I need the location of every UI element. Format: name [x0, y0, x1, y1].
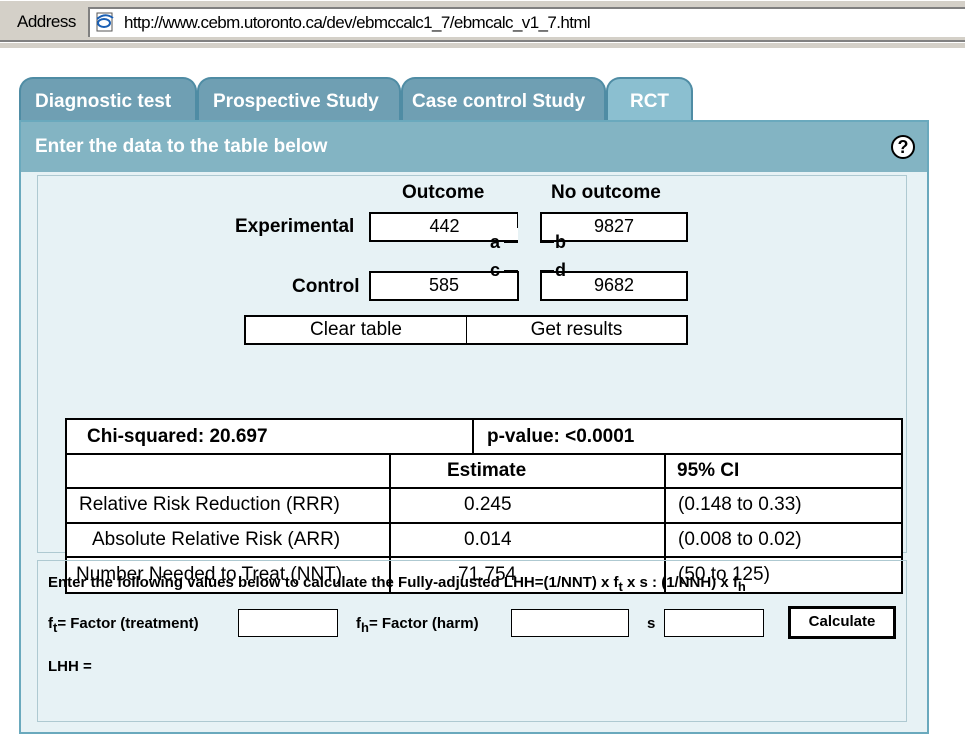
cell-a-connector: [504, 242, 518, 243]
fh-sub: h: [361, 620, 369, 635]
lhh-sub-h: h: [737, 579, 746, 594]
toolbar-separator-highlight: [0, 42, 965, 43]
lhh-result: LHH =: [48, 658, 92, 675]
letter-b: b: [555, 232, 566, 252]
tab-rct[interactable]: RCT: [606, 77, 693, 122]
results-divider: [472, 420, 474, 454]
calculate-label: Calculate: [808, 613, 876, 630]
calculate-button[interactable]: Calculate: [788, 606, 896, 639]
lhh-instruction: Enter the following values below to calc…: [48, 574, 746, 594]
s-label: s: [647, 615, 656, 632]
cell-b-value: 9827: [593, 216, 635, 236]
tab-diagnostic-test[interactable]: Diagnostic test: [19, 77, 197, 122]
cell-b-connector: [540, 242, 554, 243]
arr-ci: (0.008 to 0.02): [678, 529, 802, 550]
chi-squared: Chi-squared: 20.697: [87, 426, 268, 447]
cell-a-value: 442: [429, 216, 460, 236]
col-header-ci: 95% CI: [677, 460, 740, 481]
p-value: p-value: <0.0001: [487, 426, 635, 447]
cell-c-connector: [504, 270, 518, 271]
lhh-instruction-prefix: Enter the following values below to calc…: [48, 574, 619, 591]
clear-table-button[interactable]: Clear table: [244, 315, 467, 345]
tab-label: Case control Study: [412, 91, 586, 112]
data-entry-section: Outcome No outcome Experimental Control …: [37, 175, 907, 594]
ft-label: ft= Factor (treatment): [48, 615, 199, 635]
help-icon[interactable]: ?: [891, 135, 915, 159]
cell-d-value: 9682: [593, 275, 635, 295]
panel-title: Enter the data to the table below: [35, 136, 328, 157]
page-icon: [96, 12, 114, 32]
results-divider: [67, 556, 901, 558]
rrr-label: Relative Risk Reduction (RRR): [79, 494, 340, 515]
tab-label: RCT: [629, 91, 670, 112]
tab-label: Diagnostic test: [35, 91, 172, 112]
lhh-section: Enter the following values below to calc…: [37, 560, 907, 722]
letter-a: a: [490, 232, 501, 252]
letter-c: c: [490, 260, 501, 280]
address-bar: Address http://www.cebm.utoronto.ca/dev/…: [0, 0, 965, 48]
col-header-estimate: Estimate: [447, 460, 527, 481]
lhh-instruction-mid: x s : (1/NNH) x f: [622, 574, 738, 591]
address-url: http://www.cebm.utoronto.ca/dev/ebmccalc…: [124, 13, 591, 32]
s-input[interactable]: [664, 609, 764, 637]
fh-text: = Factor (harm): [368, 615, 479, 632]
rrr-ci: (0.148 to 0.33): [678, 494, 802, 515]
cell-d-connector: [540, 270, 554, 271]
clear-table-label: Clear table: [310, 319, 402, 340]
tab-prospective-study[interactable]: Prospective Study: [197, 77, 401, 122]
fh-label: fh= Factor (harm): [356, 615, 479, 635]
cell-c-value: 585: [428, 275, 460, 295]
rrr-estimate: 0.245: [464, 494, 512, 515]
row-label-experimental: Experimental: [235, 216, 355, 237]
col-header-no-outcome: No outcome: [551, 182, 661, 203]
results-divider: [67, 522, 901, 524]
results-divider: [67, 487, 901, 489]
arr-label: Absolute Relative Risk (ARR): [92, 529, 341, 550]
rct-panel: Enter the data to the table below ? Outc…: [19, 120, 929, 734]
letter-d: d: [555, 260, 566, 280]
help-glyph: ?: [897, 137, 909, 157]
fh-input[interactable]: [511, 609, 629, 637]
toolbar-top-edge: [0, 0, 965, 1]
tab-case-control-study[interactable]: Case control Study: [401, 77, 606, 122]
get-results-label: Get results: [530, 319, 623, 340]
cell-a-edge: [517, 212, 518, 228]
ft-text: = Factor (treatment): [57, 615, 199, 632]
address-label: Address: [17, 12, 76, 31]
panel-header: Enter the data to the table below ?: [21, 122, 927, 172]
get-results-button[interactable]: Get results: [466, 315, 688, 345]
arr-estimate: 0.014: [464, 529, 512, 550]
results-divider: [67, 453, 901, 455]
ft-input[interactable]: [238, 609, 338, 637]
address-field[interactable]: http://www.cebm.utoronto.ca/dev/ebmccalc…: [88, 7, 965, 37]
col-header-outcome: Outcome: [402, 182, 485, 203]
tab-label: Prospective Study: [213, 91, 379, 112]
row-label-control: Control: [292, 276, 360, 297]
